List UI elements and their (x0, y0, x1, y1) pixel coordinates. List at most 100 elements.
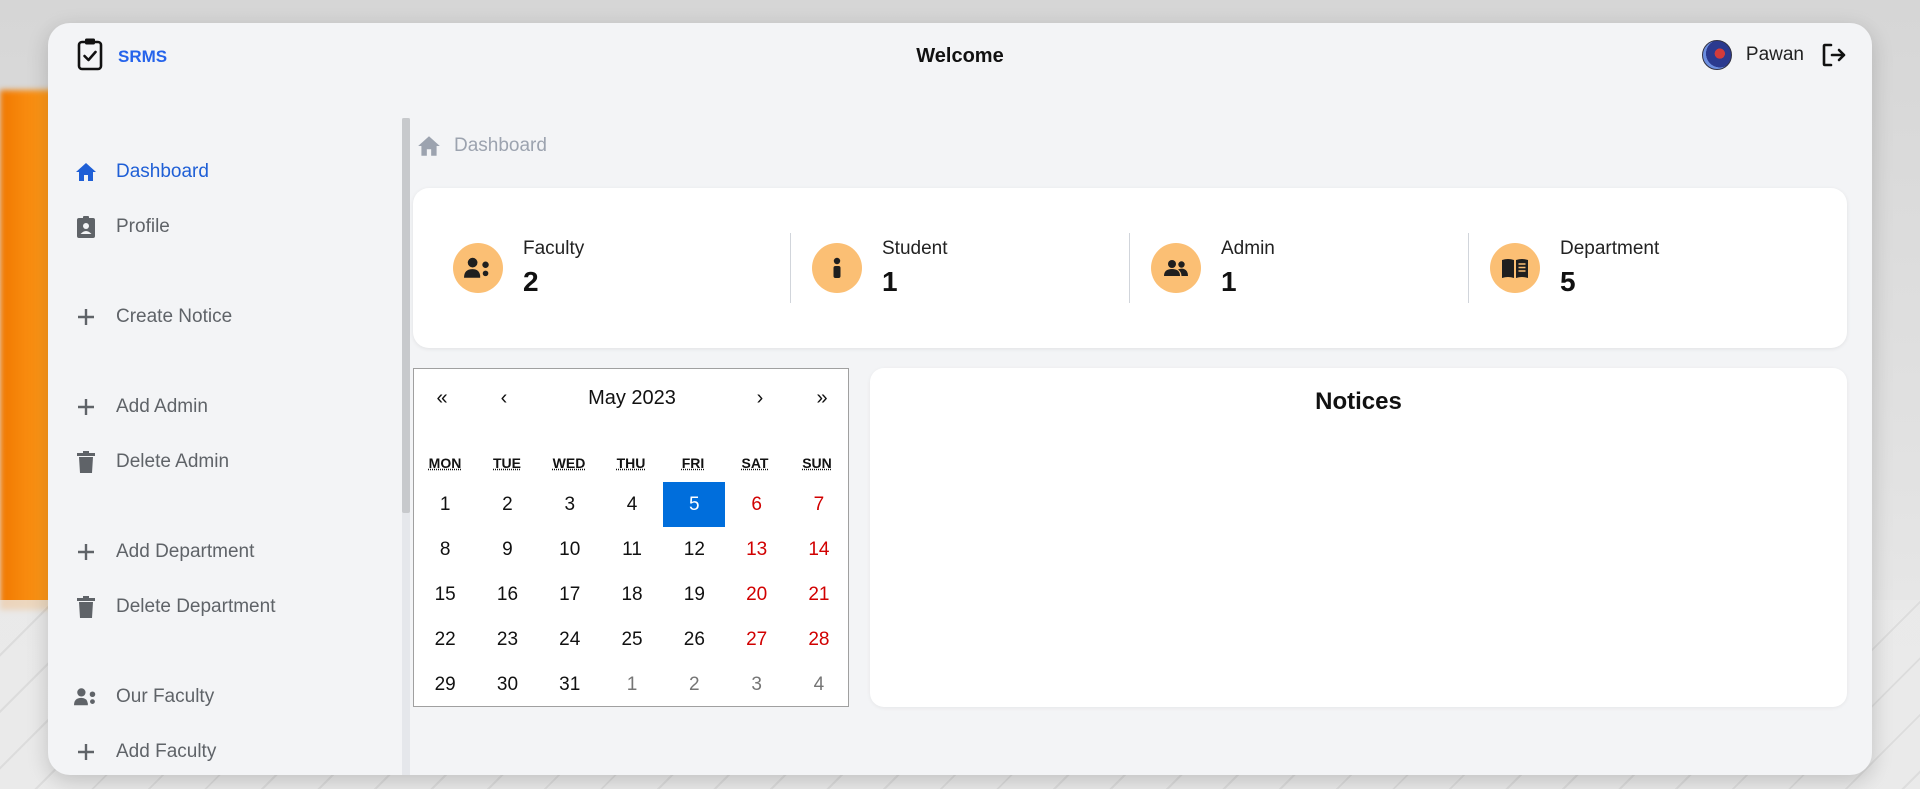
calendar-day[interactable]: 22 (414, 617, 476, 662)
calendar-weekdays: MON TUE WED THU FRI SAT SUN (414, 455, 848, 471)
id-badge-icon (74, 215, 98, 239)
sidebar-item-label: Our Faculty (116, 686, 215, 707)
calendar-days-grid: 1 2 3 4 5 6 7 8 9 10 11 12 13 14 15 16 17 18 19 20 21 22 23 24 2… (414, 482, 848, 707)
home-icon[interactable] (416, 133, 442, 159)
calendar-day[interactable]: 1 (414, 482, 476, 527)
plus-icon (74, 305, 98, 329)
sidebar-item-create-notice[interactable]: Create Notice (74, 301, 232, 333)
calendar-day[interactable]: 12 (663, 527, 725, 572)
stat-divider (1468, 233, 1469, 303)
calendar-day[interactable]: 8 (414, 527, 476, 572)
stat-student: Student 1 (812, 188, 948, 348)
stat-value: 5 (1560, 266, 1576, 297)
sidebar-item-label: Dashboard (116, 161, 209, 182)
stat-admin: Admin 1 (1151, 188, 1275, 348)
calendar-day[interactable]: 1 (601, 662, 663, 707)
weekday-label: SAT (741, 455, 769, 471)
sidebar-item-our-faculty[interactable]: Our Faculty (74, 681, 214, 713)
calendar-day[interactable]: 2 (663, 662, 725, 707)
calendar-next-year-button[interactable]: » (802, 383, 842, 413)
admin-icon (1151, 243, 1201, 293)
welcome-title: Welcome (916, 45, 1004, 67)
sidebar-item-delete-department[interactable]: Delete Department (74, 591, 275, 623)
calendar-day[interactable]: 21 (788, 572, 850, 617)
logout-icon[interactable] (1820, 41, 1848, 69)
sidebar-item-label: Create Notice (116, 306, 233, 327)
calendar-day[interactable]: 28 (788, 617, 850, 662)
calendar-day[interactable]: 4 (788, 662, 850, 707)
plus-icon (74, 740, 98, 764)
calendar-day[interactable]: 6 (725, 482, 787, 527)
calendar-day[interactable]: 20 (725, 572, 787, 617)
calendar-day[interactable]: 11 (601, 527, 663, 572)
user-name: Pawan (1745, 44, 1804, 65)
calendar-day[interactable]: 3 (725, 662, 787, 707)
calendar: « ‹ May 2023 › » MON TUE WED THU FRI SAT… (413, 368, 849, 707)
calendar-month-label[interactable]: May 2023 (564, 383, 700, 413)
calendar-day[interactable]: 30 (476, 662, 538, 707)
weekday-label: SUN (802, 455, 832, 471)
calendar-day-selected[interactable]: 5 (663, 482, 726, 527)
breadcrumb: Dashboard (416, 133, 547, 159)
plus-icon (74, 540, 98, 564)
sidebar-item-dashboard[interactable]: Dashboard (74, 156, 209, 188)
calendar-next-month-button[interactable]: › (740, 383, 780, 413)
calendar-day[interactable]: 13 (725, 527, 787, 572)
stat-value: 1 (882, 266, 898, 297)
sidebar-item-delete-admin[interactable]: Delete Admin (74, 446, 229, 478)
calendar-day[interactable]: 17 (539, 572, 601, 617)
scrollbar-thumb[interactable] (402, 118, 410, 513)
calendar-day[interactable]: 15 (414, 572, 476, 617)
sidebar-item-add-faculty[interactable]: Add Faculty (74, 736, 216, 768)
calendar-day[interactable]: 2 (476, 482, 538, 527)
sidebar-scrollbar[interactable] (402, 118, 410, 775)
stat-label: Department (1560, 238, 1660, 259)
calendar-day[interactable]: 31 (539, 662, 601, 707)
sidebar-item-label: Delete Department (116, 596, 276, 617)
trash-icon (74, 595, 98, 619)
calendar-day[interactable]: 29 (414, 662, 476, 707)
calendar-day[interactable]: 23 (476, 617, 538, 662)
calendar-day[interactable]: 3 (539, 482, 601, 527)
calendar-day[interactable]: 10 (539, 527, 601, 572)
stat-divider (1129, 233, 1130, 303)
stat-faculty: Faculty 2 (453, 188, 584, 348)
calendar-day[interactable]: 19 (663, 572, 725, 617)
stat-value: 2 (523, 266, 539, 297)
user-menu: Pawan (1701, 39, 1848, 71)
calendar-day[interactable]: 14 (788, 527, 850, 572)
calendar-prev-month-button[interactable]: ‹ (484, 383, 524, 413)
calendar-day[interactable]: 27 (725, 617, 787, 662)
weekday-label: FRI (681, 455, 705, 471)
faculty-icon (74, 685, 98, 709)
stats-card: Faculty 2 Student 1 Admin 1 Department 5 (413, 188, 1847, 348)
sidebar-item-add-admin[interactable]: Add Admin (74, 391, 208, 423)
sidebar-item-add-department[interactable]: Add Department (74, 536, 254, 568)
calendar-navigation: « ‹ May 2023 › » (414, 369, 848, 425)
home-icon (74, 160, 98, 184)
calendar-day[interactable]: 9 (476, 527, 538, 572)
sidebar-item-label: Add Admin (116, 396, 208, 417)
stat-label: Student (882, 238, 948, 259)
sidebar-item-label: Delete Admin (116, 451, 230, 472)
app-window: SRMS Welcome Pawan Dashboard Profile Cre… (48, 23, 1872, 775)
student-icon (812, 243, 862, 293)
calendar-prev-year-button[interactable]: « (422, 383, 462, 413)
weekday-label: WED (552, 455, 586, 471)
notices-panel: Notices (870, 368, 1847, 707)
calendar-day[interactable]: 16 (476, 572, 538, 617)
top-bar: SRMS Welcome Pawan (48, 23, 1872, 89)
calendar-day[interactable]: 26 (663, 617, 725, 662)
calendar-day[interactable]: 18 (601, 572, 663, 617)
calendar-day[interactable]: 24 (539, 617, 601, 662)
calendar-day[interactable]: 7 (788, 482, 850, 527)
faculty-icon (453, 243, 503, 293)
calendar-day[interactable]: 25 (601, 617, 663, 662)
stat-label: Admin (1221, 238, 1275, 259)
calendar-day[interactable]: 4 (601, 482, 663, 527)
weekday-label: TUE (493, 455, 521, 471)
stat-label: Faculty (523, 238, 585, 259)
sidebar-item-profile[interactable]: Profile (74, 211, 170, 243)
trash-icon (74, 450, 98, 474)
avatar[interactable] (1701, 40, 1732, 70)
